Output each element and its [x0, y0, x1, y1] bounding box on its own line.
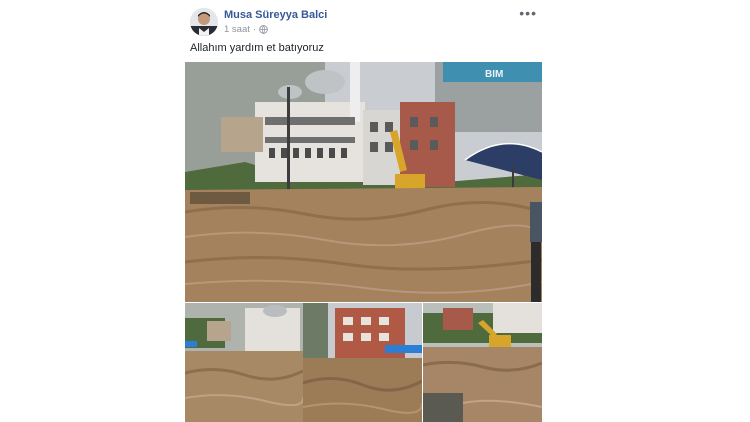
globe-icon: [259, 25, 268, 34]
profile-photo: [190, 8, 218, 36]
post-photo-thumbnail[interactable]: [303, 303, 422, 422]
post-time[interactable]: 1 saat: [224, 24, 250, 35]
more-options-icon[interactable]: •••: [519, 6, 537, 20]
bim-sign-text: BIM: [485, 69, 503, 80]
post-photo-thumbnail[interactable]: [423, 303, 542, 422]
avatar[interactable]: [190, 8, 218, 36]
meta-separator: ·: [252, 24, 257, 35]
post-text: Allahım yardım et batıyoruz: [190, 42, 324, 54]
author-name[interactable]: Musa Süreyya Balci: [224, 9, 327, 21]
post-meta: 1 saat ·: [224, 24, 268, 35]
facebook-post: Musa Süreyya Balci 1 saat · ••• Allahım …: [182, 0, 547, 422]
post-photo-thumbnail[interactable]: [185, 303, 303, 422]
post-photo-main[interactable]: BIM: [185, 62, 542, 302]
